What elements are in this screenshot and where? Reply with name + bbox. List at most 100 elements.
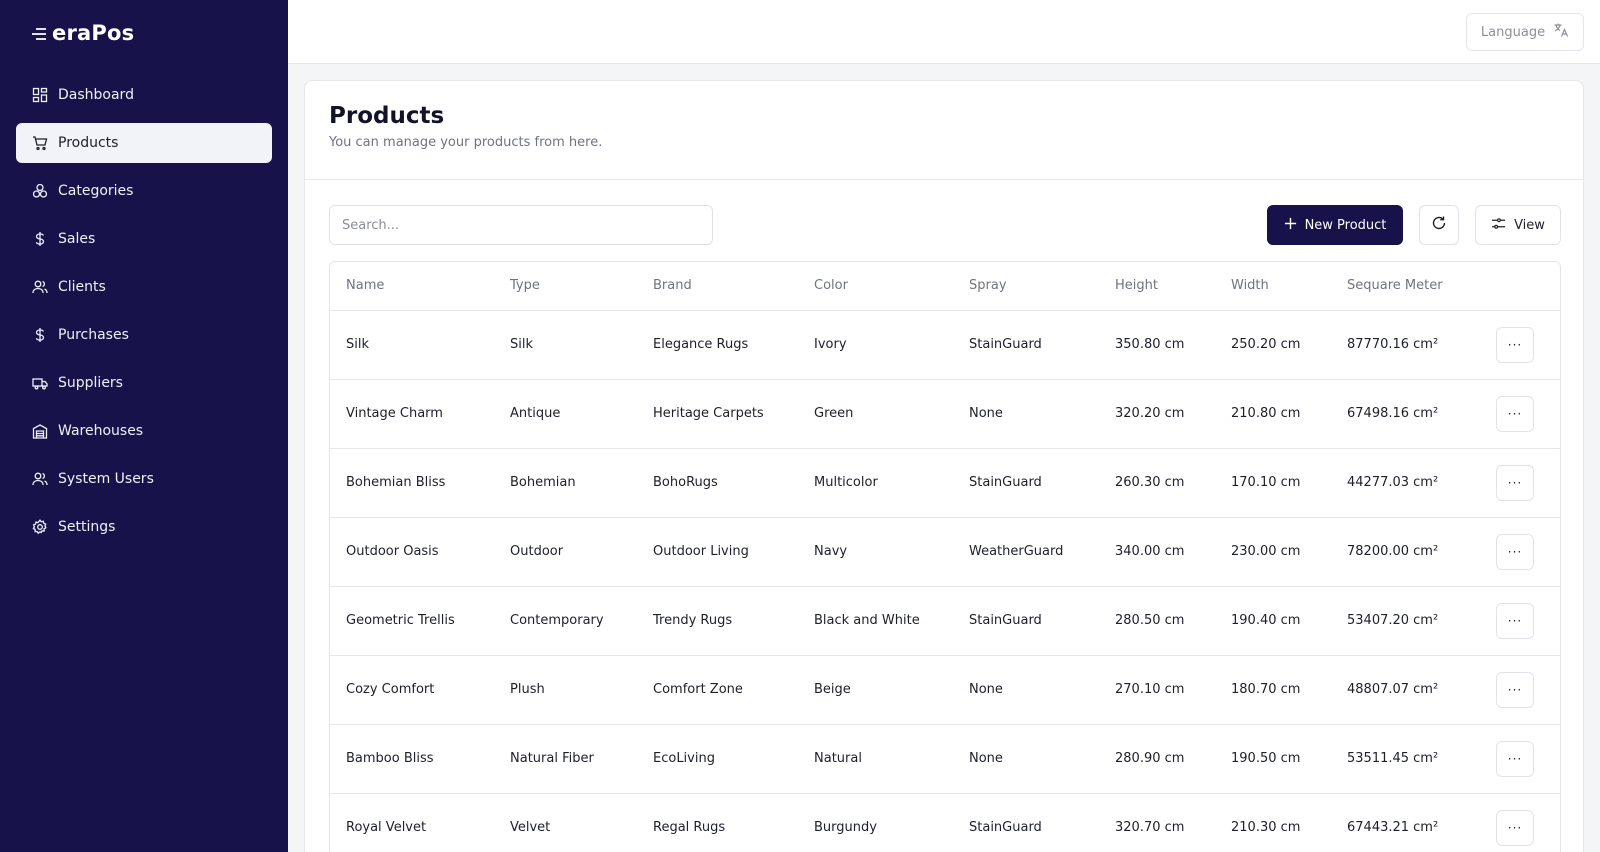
column-header-type[interactable]: Type <box>494 262 637 311</box>
search-input[interactable] <box>329 205 713 245</box>
page-subtitle: You can manage your products from here. <box>329 135 603 150</box>
row-actions-button[interactable]: ··· <box>1496 395 1534 432</box>
table-row: Bohemian Bliss Bohemian BohoRugs Multico… <box>330 448 1560 518</box>
brand-name: eraPos <box>52 21 135 45</box>
column-header-color[interactable]: Color <box>798 262 953 311</box>
products-table: Name Type Brand Color Spray Height Width… <box>330 262 1560 852</box>
cell-square-meter: 44277.03 cm² <box>1331 448 1476 518</box>
sliders-icon <box>1491 216 1506 235</box>
sidebar-item-label: Sales <box>58 231 96 247</box>
cell-color: Ivory <box>798 310 953 380</box>
refresh-icon <box>1431 215 1447 235</box>
cell-square-meter: 67443.21 cm² <box>1331 793 1476 852</box>
cell-spray: StainGuard <box>953 448 1099 518</box>
cell-square-meter: 48807.07 cm² <box>1331 655 1476 725</box>
cell-name: Royal Velvet <box>330 793 494 852</box>
cell-height: 280.90 cm <box>1099 724 1215 794</box>
row-actions-button[interactable]: ··· <box>1496 671 1534 708</box>
cell-width: 250.20 cm <box>1215 310 1331 380</box>
plus-icon <box>1284 217 1297 234</box>
sidebar-item-system-users[interactable]: System Users <box>16 459 272 499</box>
sidebar-item-label: Dashboard <box>58 87 134 103</box>
sidebar-item-suppliers[interactable]: Suppliers <box>16 363 272 403</box>
cell-type: Velvet <box>494 793 637 852</box>
sidebar-item-sales[interactable]: Sales <box>16 219 272 259</box>
column-header-actions <box>1476 262 1560 311</box>
cell-actions: ··· <box>1476 724 1560 794</box>
cell-width: 170.10 cm <box>1215 448 1331 518</box>
row-actions-button[interactable]: ··· <box>1496 326 1534 363</box>
column-header-spray[interactable]: Spray <box>953 262 1099 311</box>
cell-actions: ··· <box>1476 379 1560 449</box>
column-header-width[interactable]: Width <box>1215 262 1331 311</box>
column-header-height[interactable]: Height <box>1099 262 1215 311</box>
cell-name: Bamboo Bliss <box>330 724 494 794</box>
brand-logo[interactable]: eraPos <box>32 18 134 48</box>
cell-color: Navy <box>798 517 953 587</box>
table-row: Cozy Comfort Plush Comfort Zone Beige No… <box>330 655 1560 725</box>
cell-height: 340.00 cm <box>1099 517 1215 587</box>
cell-brand: Trendy Rugs <box>637 586 798 656</box>
sidebar-item-purchases[interactable]: Purchases <box>16 315 272 355</box>
cell-spray: StainGuard <box>953 586 1099 656</box>
dollar-icon <box>32 231 48 247</box>
cell-spray: None <box>953 655 1099 725</box>
card-header: Products You can manage your products fr… <box>305 81 1583 180</box>
row-actions-button[interactable]: ··· <box>1496 533 1534 570</box>
cell-name: Bohemian Bliss <box>330 448 494 518</box>
users-icon <box>32 279 48 295</box>
cell-actions: ··· <box>1476 517 1560 587</box>
cell-brand: Elegance Rugs <box>637 310 798 380</box>
sidebar-item-warehouses[interactable]: Warehouses <box>16 411 272 451</box>
cell-spray: StainGuard <box>953 793 1099 852</box>
table-toolbar: New Product View <box>329 205 1561 245</box>
view-label: View <box>1514 217 1545 233</box>
sidebar-item-products[interactable]: Products <box>16 123 272 163</box>
table-row: Royal Velvet Velvet Regal Rugs Burgundy … <box>330 793 1560 852</box>
sidebar-item-label: Warehouses <box>58 423 144 439</box>
cell-color: Green <box>798 379 953 449</box>
sidebar-item-clients[interactable]: Clients <box>16 267 272 307</box>
cell-width: 190.40 cm <box>1215 586 1331 656</box>
refresh-button[interactable] <box>1419 205 1459 245</box>
cell-color: Black and White <box>798 586 953 656</box>
view-button[interactable]: View <box>1475 205 1561 245</box>
cell-square-meter: 53407.20 cm² <box>1331 586 1476 656</box>
sidebar-item-label: Categories <box>58 183 134 199</box>
row-actions-button[interactable]: ··· <box>1496 740 1534 777</box>
language-button[interactable]: Language <box>1466 13 1584 51</box>
column-header-brand[interactable]: Brand <box>637 262 798 311</box>
row-actions-button[interactable]: ··· <box>1496 809 1534 846</box>
cell-type: Bohemian <box>494 448 637 518</box>
table-row: Outdoor Oasis Outdoor Outdoor Living Nav… <box>330 517 1560 587</box>
sidebar-item-label: Purchases <box>58 327 129 343</box>
table-row: Geometric Trellis Contemporary Trendy Ru… <box>330 586 1560 656</box>
cell-width: 180.70 cm <box>1215 655 1331 725</box>
sidebar-item-label: System Users <box>58 471 154 487</box>
sidebar-item-settings[interactable]: Settings <box>16 507 272 547</box>
cell-type: Plush <box>494 655 637 725</box>
cell-actions: ··· <box>1476 793 1560 852</box>
row-actions-button[interactable]: ··· <box>1496 464 1534 501</box>
cell-square-meter: 53511.45 cm² <box>1331 724 1476 794</box>
column-header-square-meter[interactable]: Sequare Meter <box>1331 262 1476 311</box>
cell-square-meter: 87770.16 cm² <box>1331 310 1476 380</box>
row-actions-button[interactable]: ··· <box>1496 602 1534 639</box>
cell-name: Geometric Trellis <box>330 586 494 656</box>
sidebar: eraPos Dashboard Products Categories Sal… <box>0 0 288 852</box>
table-row: Vintage Charm Antique Heritage Carpets G… <box>330 379 1560 449</box>
cell-type: Natural Fiber <box>494 724 637 794</box>
cell-brand: Regal Rugs <box>637 793 798 852</box>
cell-height: 280.50 cm <box>1099 586 1215 656</box>
cell-spray: None <box>953 724 1099 794</box>
cell-color: Beige <box>798 655 953 725</box>
cell-height: 320.20 cm <box>1099 379 1215 449</box>
cell-square-meter: 78200.00 cm² <box>1331 517 1476 587</box>
sidebar-item-categories[interactable]: Categories <box>16 171 272 211</box>
new-product-button[interactable]: New Product <box>1267 205 1403 245</box>
truck-icon <box>32 375 48 391</box>
new-product-label: New Product <box>1304 217 1387 233</box>
column-header-name[interactable]: Name <box>330 262 494 311</box>
sidebar-item-dashboard[interactable]: Dashboard <box>16 75 272 115</box>
cell-type: Silk <box>494 310 637 380</box>
